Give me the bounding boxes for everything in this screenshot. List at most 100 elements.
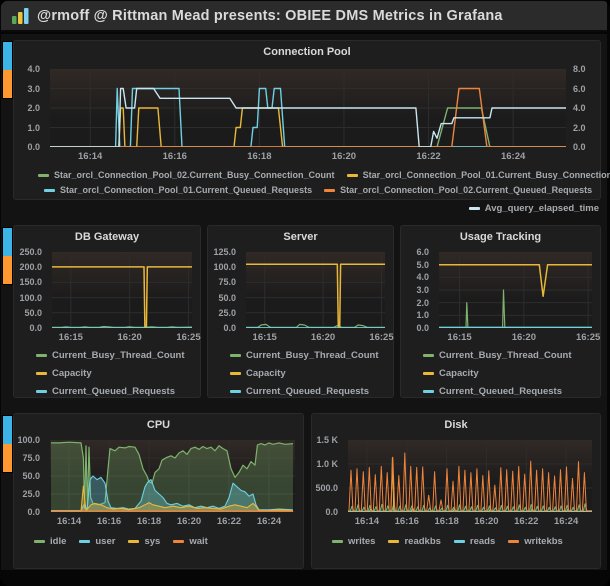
connection_pool-ytick-0.0: 0.0 <box>573 142 586 152</box>
server-xtick-16:15: 16:15 <box>252 332 277 343</box>
disk-ytick-500.0: 500.0 <box>315 483 338 493</box>
disk-ytick-0.0: 0.0 <box>325 507 338 517</box>
legend-label: Current_Busy_Thread_Count <box>246 350 379 361</box>
panel-title-db-gateway[interactable]: DB Gateway <box>14 231 200 243</box>
dashboard-body: Connection Pool 0.0 1.0 2.0 3.0 4.0 0.0 2.0 4.… <box>1 34 610 570</box>
usage_tracking-plot-svg <box>439 251 592 329</box>
panel-cpu: CPU 0.0 25.0 50.0 75.0 100.0 16:14 16:16 16:18… <box>13 413 304 569</box>
disk-xtick-16:22: 16:22 <box>514 516 539 527</box>
cpu-graph[interactable] <box>50 439 295 513</box>
legend-swatch-Current_Busy_Thread_Count <box>423 354 434 357</box>
connection_pool-plot-svg <box>50 68 566 148</box>
disk-xtick-16:18: 16:18 <box>434 516 459 527</box>
legend-item-Star_orcl_Connection_Pool_02.Current_Busy_Connection_Count[interactable]: Star_orcl_Connection_Pool_02.Current_Bus… <box>38 170 335 180</box>
usage-tracking-graph[interactable] <box>439 251 592 329</box>
db-gateway-graph[interactable] <box>52 251 193 329</box>
legend-label: Star_orcl_Connection_Pool_01.Current_Que… <box>60 185 313 195</box>
legend-label: Star_orcl_Connection_Pool_02.Current_Que… <box>340 185 593 195</box>
row-tab-segment-1[interactable] <box>3 256 12 284</box>
legend-item-readkbs[interactable]: readkbs <box>388 536 441 547</box>
legend-item-Current_Queued_Requests[interactable]: Current_Queued_Requests <box>230 386 369 397</box>
row-collapse-tab-1[interactable] <box>2 41 13 99</box>
avg-query-legend: Avg_query_elapsed_time <box>13 202 599 214</box>
legend-swatch-Current_Busy_Thread_Count <box>36 354 47 357</box>
connection_pool-ytick-1.0: 1.0 <box>27 122 40 133</box>
disk-graph[interactable] <box>348 439 592 513</box>
server-ytick-100.0: 100.0 <box>213 262 236 273</box>
legend-item-writes[interactable]: writes <box>332 536 375 547</box>
disk-y-axis: 0.0 500.0 1.0 K 1.5 K <box>312 435 343 517</box>
row-collapse-tab-3[interactable] <box>2 415 13 473</box>
usage_tracking-xtick-16:15: 16:15 <box>447 332 472 343</box>
legend-label: Capacity <box>52 368 92 379</box>
legend-item-Avg_query_elapsed_time[interactable]: Avg_query_elapsed_time <box>468 203 599 214</box>
db-gateway-y-axis: 0.0 50.0 100.0 150.0 200.0 250.0 <box>14 247 47 333</box>
server-xtick-16:20: 16:20 <box>310 332 336 343</box>
legend-item-writekbs[interactable]: writekbs <box>508 536 563 547</box>
legend-item-Current_Queued_Requests[interactable]: Current_Queued_Requests <box>423 386 562 397</box>
legend-label: Current_Queued_Requests <box>439 386 563 397</box>
legend-item-reads[interactable]: reads <box>453 536 496 547</box>
server-graph[interactable] <box>246 251 385 329</box>
legend-label: writekbs <box>524 536 563 547</box>
legend-label: writes <box>348 536 376 547</box>
server-ytick-25.0: 25.0 <box>218 307 236 318</box>
legend-item-Capacity[interactable]: Capacity <box>423 368 479 379</box>
legend-label: reads <box>469 536 496 547</box>
server-ytick-75.0: 75.0 <box>218 277 236 288</box>
legend-item-idle[interactable]: idle <box>34 536 66 547</box>
legend-label: Current_Busy_Thread_Count <box>439 350 572 361</box>
legend-swatch-Capacity <box>36 372 47 375</box>
legend-item-sys[interactable]: sys <box>128 536 160 547</box>
panel-connection-pool: Connection Pool 0.0 1.0 2.0 3.0 4.0 0.0 2.0 4.… <box>13 40 610 200</box>
row-tab-segment-1[interactable] <box>3 444 12 472</box>
legend-item-Star_orcl_Connection_Pool_02.Current_Queued_Requests[interactable]: Star_orcl_Connection_Pool_02.Current_Que… <box>324 185 592 195</box>
row-tab-segment-1[interactable] <box>3 70 12 98</box>
row-tab-segment-0[interactable] <box>3 42 12 70</box>
cpu-ytick-0.0: 0.0 <box>27 507 40 517</box>
legend-label: idle <box>50 536 67 547</box>
connection-pool-graph[interactable] <box>50 68 566 148</box>
series-line-Current_Busy_Thread_Count <box>246 323 385 329</box>
legend-swatch-sys <box>128 540 140 543</box>
panel-title-connection-pool[interactable]: Connection Pool <box>14 46 600 58</box>
legend-item-Capacity[interactable]: Capacity <box>36 368 92 379</box>
panel-title-usage-tracking[interactable]: Usage Tracking <box>401 231 600 243</box>
legend-item-Current_Busy_Thread_Count[interactable]: Current_Busy_Thread_Count <box>230 350 379 361</box>
db_gateway-plot-svg <box>52 251 193 329</box>
cpu-xtick-16:16: 16:16 <box>96 516 122 527</box>
panel-disk: Disk 0.0 500.0 1.0 K 1.5 K 16:14 16:16 16:18 1… <box>311 413 601 569</box>
connection_pool-ytick-8.0: 8.0 <box>573 64 586 74</box>
legend-swatch-writes <box>332 540 343 543</box>
legend-item-Current_Queued_Requests[interactable]: Current_Queued_Requests <box>36 386 175 397</box>
connection_pool-ytick-4.0: 4.0 <box>27 64 40 74</box>
panel-title-cpu[interactable]: CPU <box>14 419 303 431</box>
panel-db-gateway: DB Gateway 0.0 50.0 100.0 150.0 200.0 250.0 1… <box>13 225 201 398</box>
row-tab-segment-0[interactable] <box>3 228 12 256</box>
connection-pool-legend-row-1: Star_orcl_Connection_Pool_02.Current_Bus… <box>38 170 610 180</box>
panel-usage-tracking: Usage Tracking 0.0 1.0 2.0 3.0 4.0 5.0 6.0 16:… <box>400 225 601 398</box>
db_gateway-ytick-100.0: 100.0 <box>19 292 42 303</box>
panel-title-server[interactable]: Server <box>208 231 393 243</box>
row-collapse-tab-2[interactable] <box>2 227 13 285</box>
connection_pool-xtick-16:24: 16:24 <box>500 151 526 162</box>
legend-item-wait[interactable]: wait <box>173 536 208 547</box>
legend-item-user[interactable]: user <box>79 536 115 547</box>
disk-ytick-1.0 K: 1.0 K <box>316 459 338 469</box>
connection_pool-ytick-2.0: 2.0 <box>573 122 586 133</box>
legend-label: Current_Queued_Requests <box>246 386 370 397</box>
series-line-Capacity <box>439 263 592 298</box>
server-xtick-16:25: 16:25 <box>369 332 394 343</box>
usage_tracking-ytick-2.0: 2.0 <box>416 297 429 308</box>
legend-item-Current_Busy_Thread_Count[interactable]: Current_Busy_Thread_Count <box>36 350 185 361</box>
legend-swatch-Capacity <box>423 372 434 375</box>
legend-item-Capacity[interactable]: Capacity <box>230 368 286 379</box>
panel-title-disk[interactable]: Disk <box>312 419 600 431</box>
disk-legend: writes readkbs reads writekbs <box>332 536 563 547</box>
legend-item-Star_orcl_Connection_Pool_01.Current_Queued_Requests[interactable]: Star_orcl_Connection_Pool_01.Current_Que… <box>44 185 312 195</box>
row-tab-segment-0[interactable] <box>3 416 12 444</box>
legend-item-Current_Busy_Thread_Count[interactable]: Current_Busy_Thread_Count <box>423 350 572 361</box>
legend-item-Star_orcl_Connection_Pool_01.Current_Busy_Connection_Count[interactable]: Star_orcl_Connection_Pool_01.Current_Bus… <box>346 170 610 180</box>
server-legend: Current_Busy_Thread_Count Capacity Current… <box>230 350 379 404</box>
disk-x-axis: 16:14 16:16 16:18 16:20 16:22 16:24 <box>348 516 592 528</box>
